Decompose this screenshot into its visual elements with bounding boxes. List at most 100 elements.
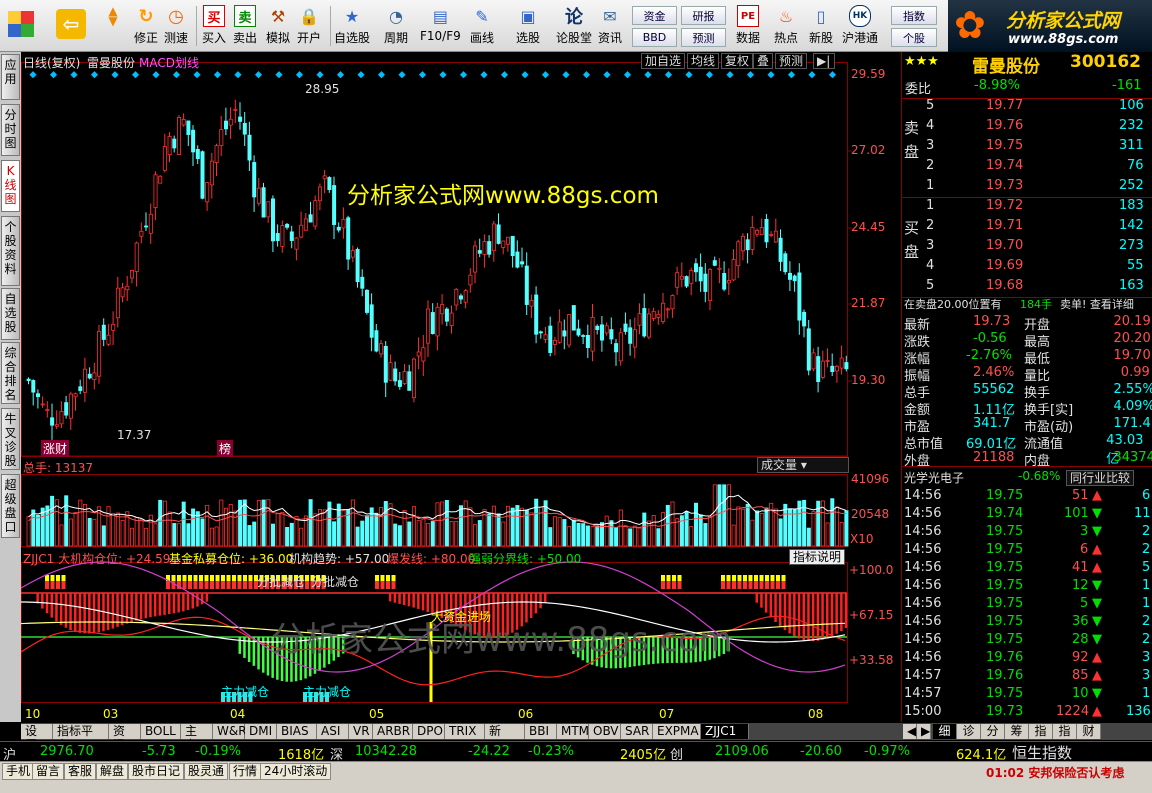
collapse-icon[interactable]: ▶| bbox=[813, 53, 835, 69]
volume-bar bbox=[416, 520, 421, 547]
tab-diagnosis[interactable]: 牛叉诊股 bbox=[1, 408, 20, 470]
indicator-tab[interactable]: ARBR bbox=[373, 724, 413, 739]
tab-intraday[interactable]: 分时图 bbox=[1, 104, 20, 156]
open-account-button[interactable]: 🔒 开户 bbox=[297, 3, 321, 49]
fund-button[interactable]: 资金 bbox=[632, 6, 677, 25]
ask-row[interactable]: 4 19.76 232 bbox=[902, 118, 1152, 138]
ask-row[interactable]: 2 19.74 76 bbox=[902, 158, 1152, 178]
quote-tab[interactable]: 筹 bbox=[1005, 724, 1029, 739]
quote-tab[interactable]: 分 bbox=[981, 724, 1005, 739]
tab-kline[interactable]: K线图 bbox=[1, 160, 20, 212]
volume-dropdown[interactable]: 成交量 ▾ bbox=[757, 457, 849, 473]
watermark-text-2: 分析家公式网www.88gs.com bbox=[271, 620, 733, 660]
indicator-tab[interactable]: 新DMA bbox=[485, 724, 525, 752]
ipo-button[interactable]: ▯ 新股 bbox=[809, 3, 833, 49]
sell-button[interactable]: 卖卖出 bbox=[233, 3, 257, 49]
indicator-tab[interactable]: TRIX bbox=[445, 724, 485, 739]
sector-compare-button[interactable]: 同行业比较 bbox=[1066, 470, 1135, 486]
ask-row[interactable]: 5 19.77 106 bbox=[902, 98, 1152, 118]
right-tab-bar: ◀ ▶ 细诊分筹指指财 bbox=[901, 723, 1152, 740]
indicator-tab[interactable]: ZJJC1 bbox=[701, 724, 749, 739]
forecast-button[interactable]: 预测 bbox=[681, 28, 726, 47]
indicator-tab[interactable]: MTM bbox=[557, 724, 589, 739]
status-market[interactable]: 行情 bbox=[229, 763, 262, 780]
status-message[interactable]: 留言 bbox=[32, 763, 65, 780]
status-analysis[interactable]: 解盘 bbox=[96, 763, 129, 780]
index-button[interactable]: 指数 bbox=[891, 6, 937, 25]
status-service[interactable]: 客服 bbox=[64, 763, 97, 780]
candle-body bbox=[839, 357, 844, 369]
period-button[interactable]: ◔ 周期 bbox=[384, 3, 408, 49]
indicator-tab[interactable]: VR bbox=[349, 724, 373, 739]
indicator-help-button[interactable]: 指标说明 bbox=[789, 549, 846, 565]
tag-bang[interactable]: 榜 bbox=[217, 440, 234, 457]
tag-zhangcai[interactable]: 涨财 bbox=[41, 440, 70, 457]
indicator-tab[interactable]: 设置 bbox=[21, 724, 53, 752]
sell-notice[interactable]: 在卖盘20.00位置有 184手 卖单! 查看详细 bbox=[902, 296, 1152, 316]
kline-chart-area[interactable]: 日线(复权) 雷曼股份 MACD划线 加自选 均线 复权 叠 预测 ▶| 分析家… bbox=[21, 52, 901, 722]
add-watchlist-button[interactable]: 加自选 bbox=[641, 53, 686, 69]
watchlist-button[interactable]: ★ 自选股 bbox=[334, 3, 370, 49]
indicator-tab[interactable]: DPO bbox=[413, 724, 445, 739]
tab-apps[interactable]: 应用 bbox=[1, 54, 20, 100]
adjust-button[interactable]: 复权 bbox=[721, 53, 754, 69]
draw-button[interactable]: ✎ 画线 bbox=[470, 3, 494, 49]
scroll-left-icon[interactable]: ◀ bbox=[903, 724, 917, 739]
signal-block bbox=[215, 581, 220, 589]
quote-tab[interactable]: 财 bbox=[1077, 724, 1101, 739]
indicator-tab[interactable]: 资讯 bbox=[109, 724, 141, 752]
tab-level2[interactable]: 超级盘口 bbox=[1, 474, 20, 538]
predict-button[interactable]: 预测 bbox=[775, 53, 808, 69]
status-mobile[interactable]: 手机 bbox=[2, 763, 35, 780]
bid-row[interactable]: 1 19.72 183 bbox=[902, 198, 1152, 218]
up-down-button[interactable]: ▲ ▼ bbox=[102, 3, 124, 49]
news-button[interactable]: ✉ 资讯 bbox=[598, 3, 622, 49]
tab-watchlist[interactable]: 自选股 bbox=[1, 288, 20, 340]
indicator-tab[interactable]: OBV bbox=[589, 724, 621, 739]
ma-button[interactable]: 均线 bbox=[687, 53, 720, 69]
indicator-tab[interactable]: BOLL bbox=[141, 724, 181, 739]
f10-button[interactable]: ▤ F10/F9 bbox=[420, 3, 461, 49]
indicator-tab[interactable]: SAR bbox=[621, 724, 653, 739]
screener-button[interactable]: ▣ 选股 bbox=[516, 3, 540, 49]
ask-row[interactable]: 1 19.73 252 bbox=[902, 178, 1152, 198]
hotspot-button[interactable]: ♨ 热点 bbox=[774, 3, 798, 49]
scroll-right-icon[interactable]: ▶ bbox=[917, 724, 931, 739]
indicator-tab[interactable]: DMI bbox=[245, 724, 277, 739]
indicator-tab[interactable]: 主力 bbox=[181, 724, 213, 752]
indicator-tab[interactable]: ASI bbox=[317, 724, 349, 739]
research-button[interactable]: 研报 bbox=[681, 6, 726, 25]
status-guling[interactable]: 股灵通 bbox=[184, 763, 229, 780]
indicator-tab[interactable]: W&R bbox=[213, 724, 247, 739]
bid-row[interactable]: 3 19.70 273 bbox=[902, 238, 1152, 258]
overlay-button[interactable]: 叠 bbox=[753, 53, 774, 69]
ask-row[interactable]: 3 19.75 311 bbox=[902, 138, 1152, 158]
status-24h[interactable]: 24小时滚动 bbox=[260, 763, 332, 780]
indicator-tab[interactable]: BIAS bbox=[277, 724, 317, 739]
forum-button[interactable]: 论论股堂 bbox=[556, 3, 592, 49]
tab-ranking[interactable]: 综合排名 bbox=[1, 342, 20, 404]
buy-button[interactable]: 买买入 bbox=[202, 3, 226, 49]
indicator-tab[interactable]: EXPMA bbox=[653, 724, 701, 739]
quote-tab[interactable]: 细 bbox=[933, 724, 957, 739]
news-ticker[interactable]: 01:02 安邦保险否认考虑 bbox=[986, 764, 1124, 781]
app-menu-icon[interactable] bbox=[8, 3, 34, 49]
bid-row[interactable]: 2 19.71 142 bbox=[902, 218, 1152, 238]
data-button[interactable]: PE 数据 bbox=[736, 3, 760, 49]
indicator-tab[interactable]: 指标平台 bbox=[53, 724, 109, 752]
bid-row[interactable]: 5 19.68 163 bbox=[902, 278, 1152, 298]
status-diary[interactable]: 股市日记 bbox=[128, 763, 185, 780]
quote-tab[interactable]: 诊 bbox=[957, 724, 981, 739]
indicator-tab[interactable]: BBI bbox=[525, 724, 557, 739]
quote-tab[interactable]: 指 bbox=[1053, 724, 1077, 739]
personal-button[interactable]: 个股 bbox=[891, 28, 937, 47]
bid-row[interactable]: 4 19.69 55 bbox=[902, 258, 1152, 278]
hk-connect-button[interactable]: HK 沪港通 bbox=[842, 3, 878, 49]
speedtest-button[interactable]: ◷ 测速 bbox=[164, 3, 188, 49]
fix-button[interactable]: ↻ 修正 bbox=[134, 3, 158, 49]
bbd-button[interactable]: BBD bbox=[632, 28, 677, 47]
quote-tab[interactable]: 指 bbox=[1029, 724, 1053, 739]
tab-profile[interactable]: 个股资料 bbox=[1, 216, 20, 286]
simulate-button[interactable]: ⚒ 模拟 bbox=[266, 3, 290, 49]
back-button[interactable]: ⇦ bbox=[56, 3, 86, 49]
